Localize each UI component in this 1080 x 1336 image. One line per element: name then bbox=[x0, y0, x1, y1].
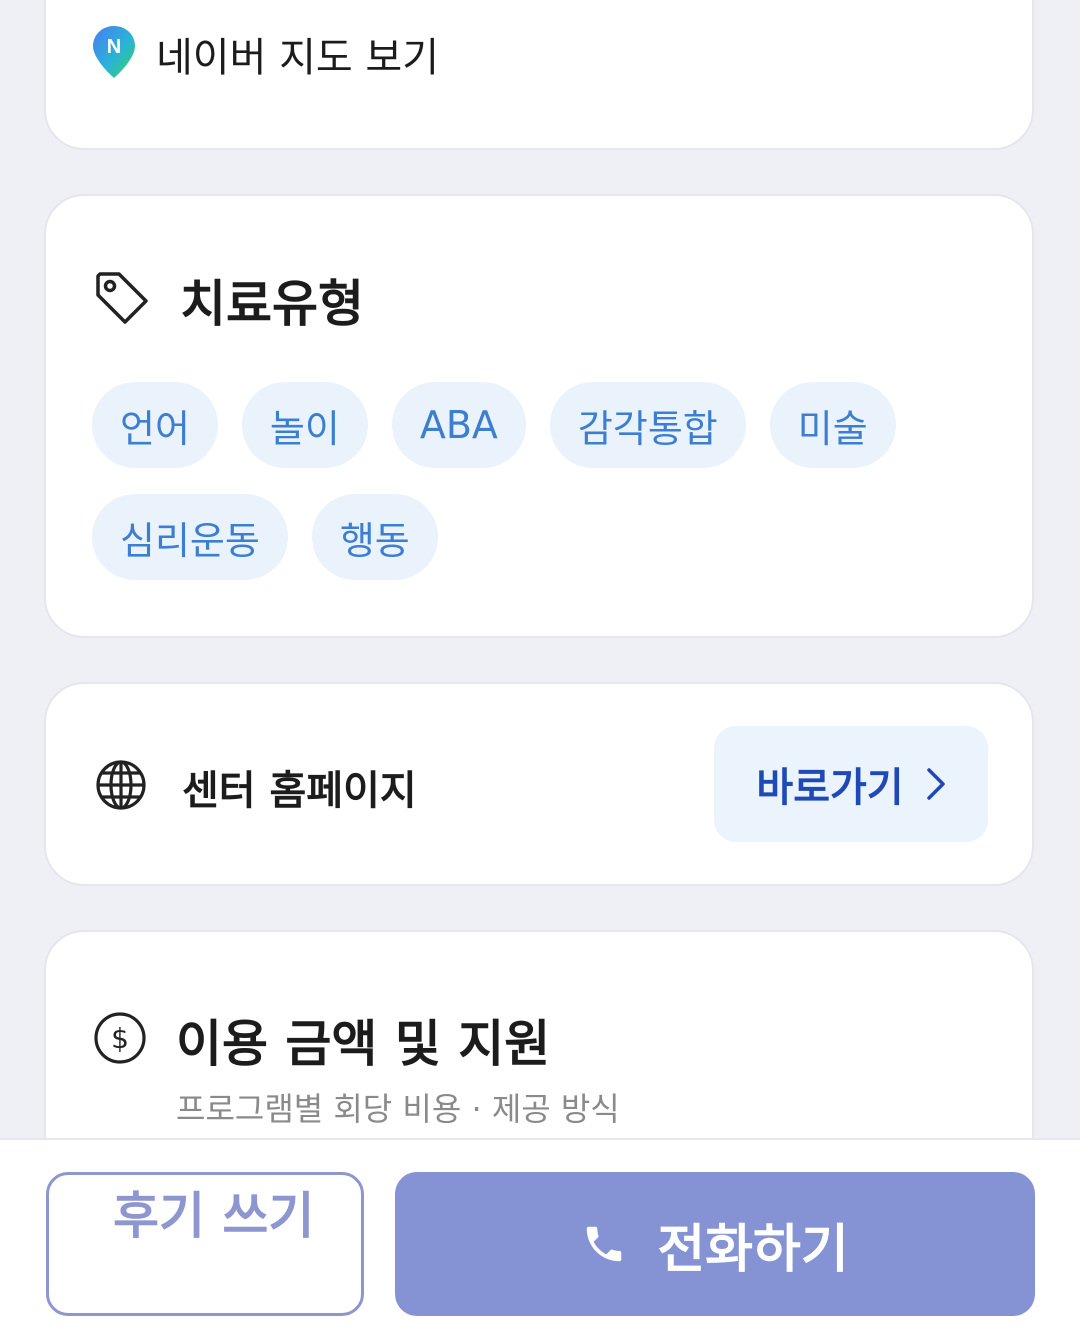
therapy-chip[interactable]: 미술 bbox=[769, 382, 896, 468]
svg-text:N: N bbox=[107, 36, 121, 58]
globe-icon bbox=[94, 758, 148, 816]
therapy-chip[interactable]: 놀이 bbox=[241, 382, 368, 468]
write-review-button[interactable]: 후기 쓰기 bbox=[46, 1172, 364, 1316]
naver-map-pin-icon: N bbox=[90, 24, 138, 84]
therapy-title: 치료유형 bbox=[180, 275, 364, 333]
homepage-label: 센터 홈페이지 bbox=[182, 768, 417, 814]
homepage-go-button[interactable]: 바로가기 bbox=[714, 726, 988, 842]
homepage-row: 센터 홈페이지 bbox=[94, 758, 417, 816]
homepage-go-label: 바로가기 bbox=[756, 765, 904, 811]
therapy-card: 치료유형 언어 놀이 ABA 감각통합 미술 심리운동 행동 bbox=[44, 194, 1034, 638]
chevron-right-icon bbox=[926, 767, 946, 801]
therapy-chip[interactable]: 행동 bbox=[311, 494, 438, 580]
bottom-action-bar: 후기 쓰기 전화하기 bbox=[0, 1138, 1080, 1336]
naver-map-link[interactable]: N 네이버 지도 보기 bbox=[90, 24, 439, 84]
svg-text:$: $ bbox=[111, 1022, 129, 1055]
price-title: 이용 금액 및 지원 bbox=[176, 1015, 551, 1073]
therapy-chip[interactable]: 언어 bbox=[92, 382, 218, 468]
phone-icon bbox=[581, 1221, 627, 1267]
map-card: N 네이버 지도 보기 bbox=[44, 0, 1034, 150]
therapy-chip[interactable]: 감각통합 bbox=[549, 382, 746, 468]
therapy-chip[interactable]: ABA bbox=[391, 382, 526, 468]
dollar-circle-icon: $ bbox=[92, 1010, 148, 1070]
call-label: 전화하기 bbox=[657, 1219, 849, 1280]
call-button[interactable]: 전화하기 bbox=[395, 1172, 1035, 1316]
therapy-chip-list: 언어 놀이 ABA 감각통합 미술 심리운동 행동 bbox=[92, 382, 992, 580]
tag-icon bbox=[92, 268, 152, 332]
price-header: $ 이용 금액 및 지원 bbox=[92, 1004, 550, 1076]
therapy-header: 치료유형 bbox=[92, 264, 364, 336]
price-subtitle: 프로그램별 회당 비용 · 제공 방식 bbox=[176, 1090, 620, 1128]
homepage-card: 센터 홈페이지 바로가기 bbox=[44, 682, 1034, 886]
naver-map-label: 네이버 지도 보기 bbox=[156, 35, 440, 81]
therapy-chip[interactable]: 심리운동 bbox=[92, 494, 288, 580]
